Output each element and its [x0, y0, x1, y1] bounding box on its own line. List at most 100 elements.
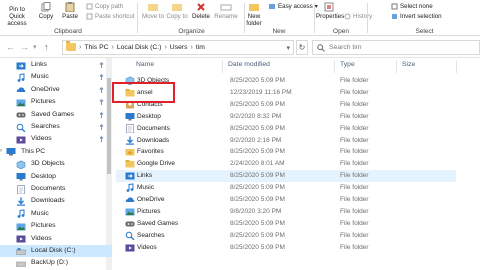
file-row[interactable]: Saved Games 8/25/2020 5:09 PM File folder [116, 218, 456, 230]
chevron-down-icon[interactable]: ▾ [286, 44, 290, 52]
nav-item-desktop[interactable]: Desktop [0, 171, 112, 183]
search-placeholder: Search tim [329, 44, 362, 51]
column-divider[interactable] [334, 60, 335, 73]
navigation-bar: ← → ▾ ↑ › This PC › Local Disk (C:) › Us… [0, 36, 480, 58]
file-name: Links [137, 172, 153, 180]
nav-item-links[interactable]: Links [0, 59, 112, 71]
file-row[interactable]: Pictures 9/8/2020 3:20 PM File folder [116, 206, 456, 218]
nav-item-local-disk-c[interactable]: Local Disk (C:) [0, 245, 112, 257]
file-type: File folder [340, 77, 369, 84]
refresh-button[interactable]: ↻ [296, 40, 308, 55]
file-row[interactable]: OneDrive 8/25/2020 5:09 PM File folder [116, 194, 456, 206]
nav-item-saved-games[interactable]: Saved Games [0, 109, 112, 121]
copy-button[interactable]: Copy [37, 2, 55, 20]
invert-selection-button[interactable]: Invert selection [391, 13, 442, 20]
column-header-size[interactable]: Size [402, 61, 415, 73]
file-date-modified: 9/8/2020 3:20 PM [230, 207, 282, 215]
nav-item-this-pc[interactable]: This PC › [0, 146, 112, 158]
paste-icon [65, 2, 75, 12]
new-folder-icon [249, 4, 259, 11]
ribbon-separator [314, 3, 315, 33]
paste-shortcut-button[interactable]: Paste shortcut [86, 13, 135, 20]
new-folder-label: New folder [246, 13, 262, 27]
file-name: Searches [137, 231, 165, 239]
column-divider[interactable] [396, 60, 397, 73]
file-row[interactable]: Desktop 9/2/2020 8:32 PM File folder [116, 111, 456, 123]
column-header-type[interactable]: Type [340, 61, 355, 73]
up-arrow-icon[interactable]: ↑ [44, 42, 49, 52]
nav-item-searches[interactable]: Searches [0, 121, 112, 133]
breadcrumb-local-disk[interactable]: Local Disk (C:) [117, 44, 162, 51]
file-row[interactable]: Downloads 9/2/2020 2:16 PM File folder [116, 135, 456, 147]
select-none-button[interactable]: Select none [391, 3, 433, 10]
nav-item-music[interactable]: Music [0, 71, 112, 83]
pin-icon [99, 86, 104, 93]
nav-item-music[interactable]: Music [0, 208, 112, 220]
file-date-modified: 8/25/2020 5:09 PM [230, 231, 285, 239]
file-row[interactable]: Documents 8/25/2020 5:09 PM File folder [116, 123, 456, 135]
column-header-date-modified[interactable]: Date modified [228, 61, 270, 73]
nav-item-pictures[interactable]: Pictures [0, 96, 112, 108]
file-type: File folder [340, 136, 369, 144]
file-name: Favorites [137, 148, 164, 156]
ribbon-separator [367, 3, 368, 33]
file-row[interactable]: Links 8/25/2020 5:09 PM File folder [116, 170, 456, 182]
nav-item-downloads[interactable]: Downloads [0, 195, 112, 207]
column-header-name[interactable]: Name [136, 61, 154, 73]
videos-icon [16, 234, 26, 245]
pin-icon [99, 62, 104, 68]
nav-item-videos[interactable]: Videos [0, 233, 112, 245]
column-divider[interactable] [456, 60, 457, 73]
file-name: Videos [137, 243, 157, 251]
file-date-modified: 8/25/2020 5:09 PM [230, 77, 285, 84]
nav-item-pictures[interactable]: Pictures [0, 220, 112, 232]
easy-access-button[interactable]: Easy access ▾ [268, 3, 318, 10]
move-to-icon [148, 4, 158, 11]
chevron-right-icon[interactable]: › [0, 148, 2, 154]
address-bar[interactable]: › This PC › Local Disk (C:) › Users › ti… [62, 40, 294, 55]
rename-label: Rename [214, 13, 238, 20]
new-folder-button[interactable]: New folder [242, 2, 266, 27]
file-row[interactable]: Searches 8/25/2020 5:09 PM File folder [116, 230, 456, 242]
back-arrow-icon[interactable]: ← [6, 42, 15, 52]
move-to-button[interactable]: Move to [142, 2, 164, 20]
nav-item-label: Pictures [31, 98, 56, 106]
breadcrumb-this-pc[interactable]: This PC [84, 44, 108, 51]
file-name: Saved Games [137, 219, 179, 227]
file-date-modified: 8/25/2020 5:09 PM [230, 148, 285, 156]
recent-locations-icon[interactable]: ▾ [33, 43, 37, 51]
nav-item-label: Music [31, 73, 49, 81]
music-icon [125, 183, 135, 192]
nav-item-label: Saved Games [31, 110, 75, 118]
copy-path-button[interactable]: Copy path [86, 3, 123, 10]
properties-button[interactable]: Properties [316, 2, 344, 20]
file-row[interactable]: Favorites 8/25/2020 5:09 PM File folder [116, 146, 456, 158]
open-group: Properties History Open [316, 0, 372, 36]
nav-item-backup-d[interactable]: BackUp (D:) [0, 257, 112, 269]
ribbon: Pin to Quick access Copy Paste Copy path… [0, 0, 480, 36]
paste-shortcut-icon [86, 13, 93, 20]
file-date-modified: 9/2/2020 8:32 PM [230, 112, 282, 120]
file-row[interactable]: Google Drive 2/24/2020 8:01 AM File folder [116, 158, 456, 170]
nav-item-3d-objects[interactable]: 3D Objects [0, 158, 112, 170]
file-date-modified: 8/25/2020 5:09 PM [230, 184, 285, 192]
nav-item-onedrive[interactable]: OneDrive [0, 84, 112, 96]
nav-item-videos[interactable]: Videos [0, 133, 112, 145]
breadcrumb-tim[interactable]: tim [196, 44, 205, 51]
documents-icon [125, 123, 135, 133]
file-date-modified: 8/25/2020 5:09 PM [230, 100, 285, 108]
delete-button[interactable]: Delete [190, 2, 212, 20]
rename-button[interactable]: Rename [214, 2, 238, 20]
file-row[interactable]: Videos 8/25/2020 5:09 PM File folder [116, 242, 456, 254]
forward-arrow-icon[interactable]: → [20, 42, 29, 52]
breadcrumb-users[interactable]: Users [170, 44, 188, 51]
nav-item-documents[interactable]: Documents [0, 183, 112, 195]
local-disk-icon [16, 247, 26, 258]
search-input[interactable]: Search tim [312, 40, 480, 55]
pin-icon [99, 124, 104, 130]
copy-to-button[interactable]: Copy to [166, 2, 188, 20]
column-divider[interactable] [222, 60, 223, 73]
file-row[interactable]: Music 8/25/2020 5:09 PM File folder [116, 182, 456, 194]
paste-button[interactable]: Paste [60, 2, 80, 20]
pin-to-quick-access-button[interactable]: Pin to Quick access [2, 6, 32, 27]
